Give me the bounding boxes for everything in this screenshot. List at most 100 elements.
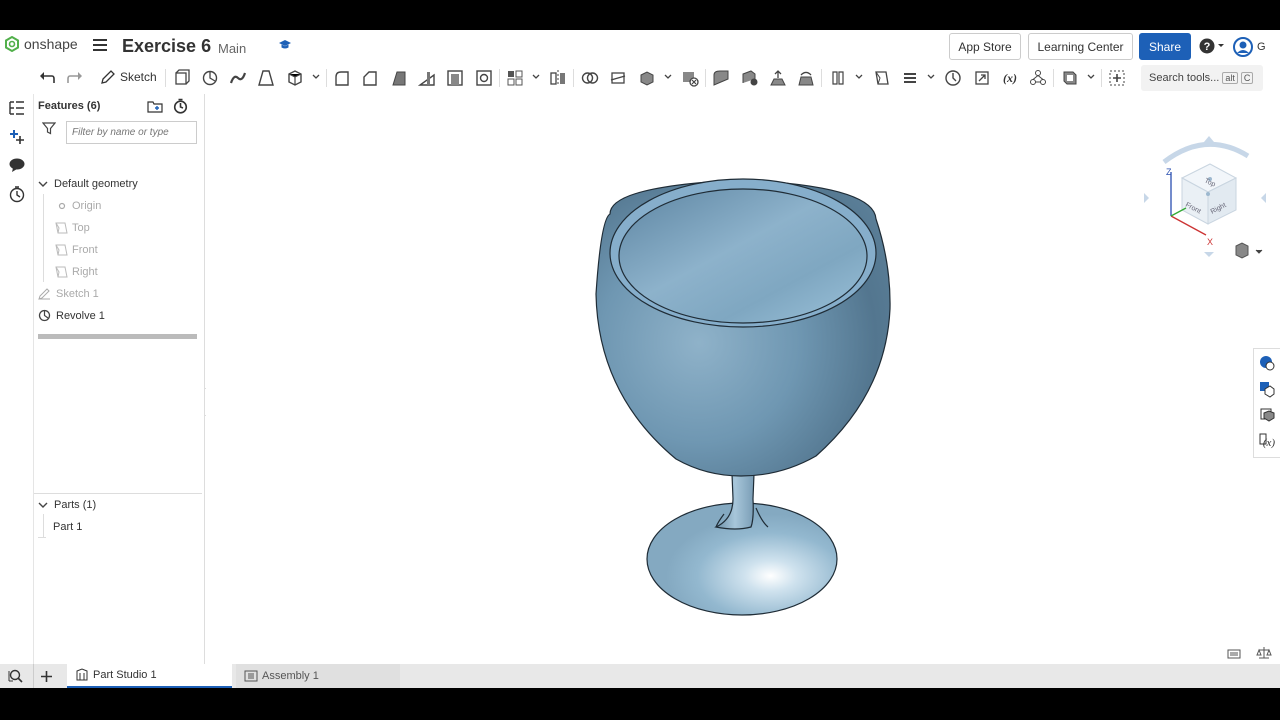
tab-assembly[interactable]: Assembly 1 <box>236 664 400 688</box>
measure-icon[interactable] <box>944 69 962 87</box>
document-title[interactable]: Exercise 6 <box>122 36 211 57</box>
parts-divider[interactable] <box>34 493 202 494</box>
graphics-viewport[interactable]: Top Front Right Z X (x) <box>206 94 1280 664</box>
units-icon[interactable] <box>1256 645 1272 659</box>
add-custom-feature-icon[interactable] <box>1108 69 1126 87</box>
linear-pattern-icon[interactable] <box>506 69 524 87</box>
redo-icon[interactable] <box>66 69 84 87</box>
view-rotate-up-icon[interactable] <box>1204 136 1214 142</box>
search-tools-input[interactable]: Search tools... alt C <box>1141 65 1263 91</box>
comments-icon[interactable] <box>8 156 26 174</box>
filter-icon[interactable] <box>42 121 56 135</box>
workspace-name[interactable]: Main <box>218 41 246 56</box>
onshape-app: onshape Exercise 6 Main App Store Learni… <box>0 30 1280 688</box>
feature-item-sketch[interactable]: Sketch 1 <box>38 287 99 300</box>
graph-icon[interactable] <box>1029 69 1047 87</box>
view-rotate-down-icon[interactable] <box>1204 252 1214 257</box>
model-canvas[interactable]: Top Front Right Z X <box>206 94 1280 664</box>
rollback-bar[interactable] <box>38 334 197 339</box>
hole-icon[interactable] <box>475 69 493 87</box>
learning-cap-icon[interactable] <box>278 39 292 51</box>
view-display-menu[interactable] <box>1235 242 1263 259</box>
insert-icon[interactable] <box>8 128 26 146</box>
feature-label: Revolve 1 <box>56 309 105 322</box>
mass-properties-icon[interactable] <box>1258 406 1276 424</box>
add-tab-icon[interactable] <box>40 670 53 683</box>
feature-item-revolve[interactable]: Revolve 1 <box>38 309 105 322</box>
chevron-down-icon[interactable] <box>855 74 863 80</box>
chevron-down-icon[interactable] <box>664 74 672 80</box>
split-icon[interactable] <box>609 69 627 87</box>
chevron-down-icon[interactable] <box>38 501 48 509</box>
draft-icon[interactable] <box>390 69 408 87</box>
parts-group[interactable]: Parts (1) <box>38 499 96 511</box>
plane-item-top[interactable]: Top <box>55 222 90 234</box>
svg-text:?: ? <box>1204 41 1211 53</box>
transform-icon[interactable] <box>638 69 656 87</box>
properties-icon[interactable] <box>1258 380 1276 398</box>
shortcut-key: C <box>1240 72 1254 84</box>
chevron-down-icon[interactable] <box>38 180 48 188</box>
chamfer-icon[interactable] <box>361 69 379 87</box>
goblet-interior[interactable] <box>618 188 868 324</box>
rib-icon[interactable] <box>418 69 436 87</box>
tab-manager-icon[interactable] <box>8 669 24 683</box>
offset-surface-icon[interactable] <box>829 69 847 87</box>
origin-item[interactable]: Origin <box>58 200 101 212</box>
thicken-icon[interactable] <box>286 69 304 87</box>
move-face-icon[interactable] <box>769 69 787 87</box>
sketch-button[interactable]: Sketch <box>100 69 157 85</box>
default-geometry-group[interactable]: Default geometry <box>38 178 138 190</box>
variable-icon[interactable]: (x) <box>1001 69 1019 87</box>
plane-icon[interactable] <box>873 69 891 87</box>
chevron-down-icon[interactable] <box>1255 249 1263 254</box>
delete-part-icon[interactable] <box>681 69 699 87</box>
derived-icon[interactable] <box>973 69 991 87</box>
history-icon[interactable] <box>8 185 26 203</box>
modify-fillet-icon[interactable] <box>712 69 730 87</box>
boolean-icon[interactable] <box>581 69 599 87</box>
mate-connector-icon[interactable] <box>901 69 919 87</box>
configurations-icon[interactable]: (x) <box>1258 432 1276 450</box>
brand[interactable]: onshape <box>4 36 78 52</box>
chevron-down-icon[interactable] <box>312 74 320 80</box>
view-rotate-left-icon[interactable] <box>1144 193 1149 203</box>
extrude-icon[interactable] <box>173 69 191 87</box>
view-rotate-arc[interactable] <box>1162 141 1250 164</box>
fillet-icon[interactable] <box>333 69 351 87</box>
menu-icon[interactable] <box>93 39 107 51</box>
rollback-timer-icon[interactable] <box>173 98 188 114</box>
add-folder-icon[interactable] <box>147 99 163 113</box>
replace-face-icon[interactable] <box>797 69 815 87</box>
chevron-down-icon[interactable] <box>927 74 935 80</box>
user-menu[interactable]: G <box>1233 37 1266 57</box>
feature-filter-input[interactable] <box>66 121 197 144</box>
loft-icon[interactable] <box>257 69 275 87</box>
help-menu[interactable]: ? <box>1199 38 1225 54</box>
shell-icon[interactable] <box>446 69 464 87</box>
plane-label: Front <box>72 244 98 256</box>
chevron-down-icon[interactable] <box>532 74 540 80</box>
appearance-icon[interactable] <box>1258 354 1276 372</box>
plane-item-right[interactable]: Right <box>55 266 98 278</box>
undo-icon[interactable] <box>38 69 56 87</box>
feature-list-icon[interactable] <box>8 99 26 117</box>
sheet-metal-icon[interactable] <box>1061 69 1079 87</box>
revolve-icon[interactable] <box>201 69 219 87</box>
render-options-icon[interactable] <box>1226 646 1242 660</box>
delete-face-icon[interactable] <box>741 69 759 87</box>
share-button[interactable]: Share <box>1139 33 1191 60</box>
view-cube[interactable]: Top Front Right Z X <box>1144 136 1266 257</box>
chevron-down-icon[interactable] <box>1087 74 1095 80</box>
mirror-icon[interactable] <box>549 69 567 87</box>
tab-label: Assembly 1 <box>262 670 319 682</box>
app-store-button[interactable]: App Store <box>949 33 1021 60</box>
goblet-model[interactable] <box>595 178 891 616</box>
learning-center-button[interactable]: Learning Center <box>1028 33 1133 60</box>
view-rotate-right-icon[interactable] <box>1261 193 1266 203</box>
tab-part-studio[interactable]: Part Studio 1 <box>67 664 232 688</box>
sweep-icon[interactable] <box>229 69 247 87</box>
plane-item-front[interactable]: Front <box>55 244 98 256</box>
part-item[interactable]: Part 1 <box>53 521 82 533</box>
render-mode-icon[interactable] <box>1235 242 1249 259</box>
